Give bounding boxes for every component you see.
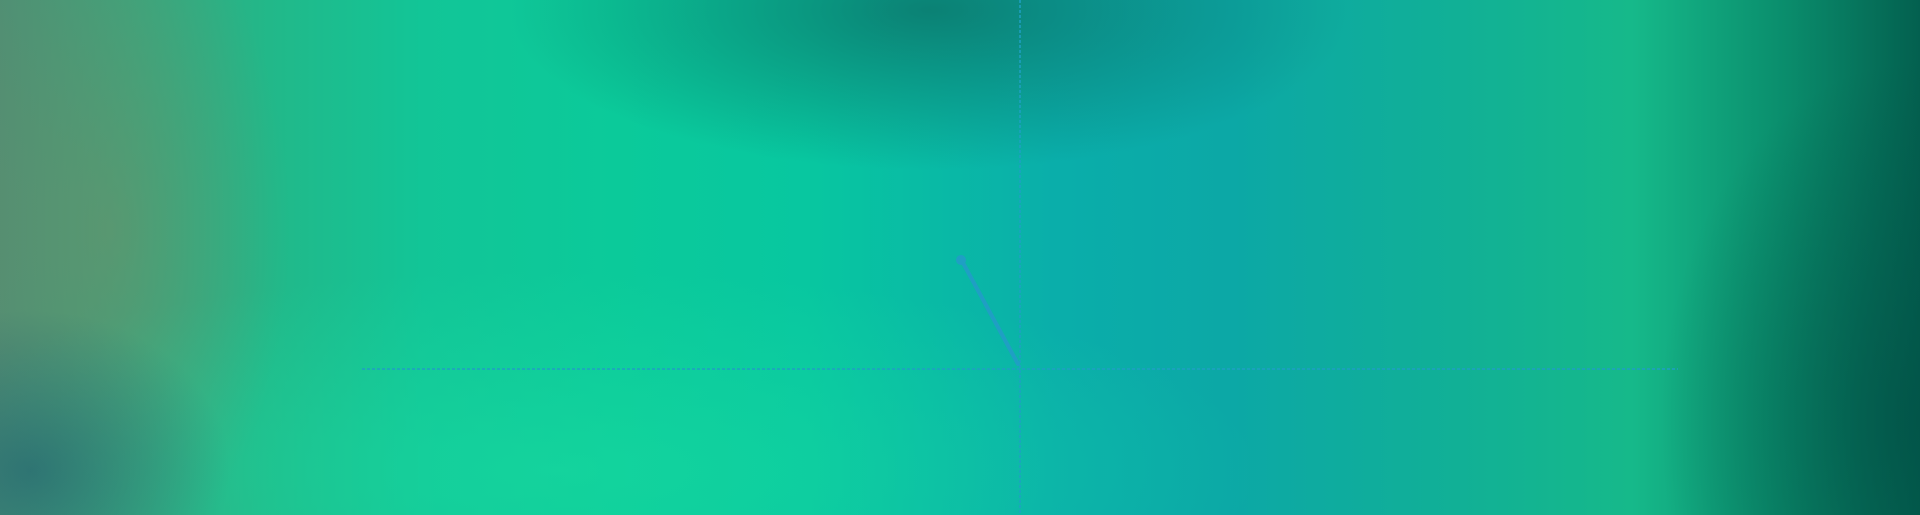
crosshair-overlay (362, 0, 1678, 515)
pointer-dot (956, 255, 966, 265)
pointer-line (960, 259, 1020, 366)
blurred-background (0, 0, 1920, 515)
